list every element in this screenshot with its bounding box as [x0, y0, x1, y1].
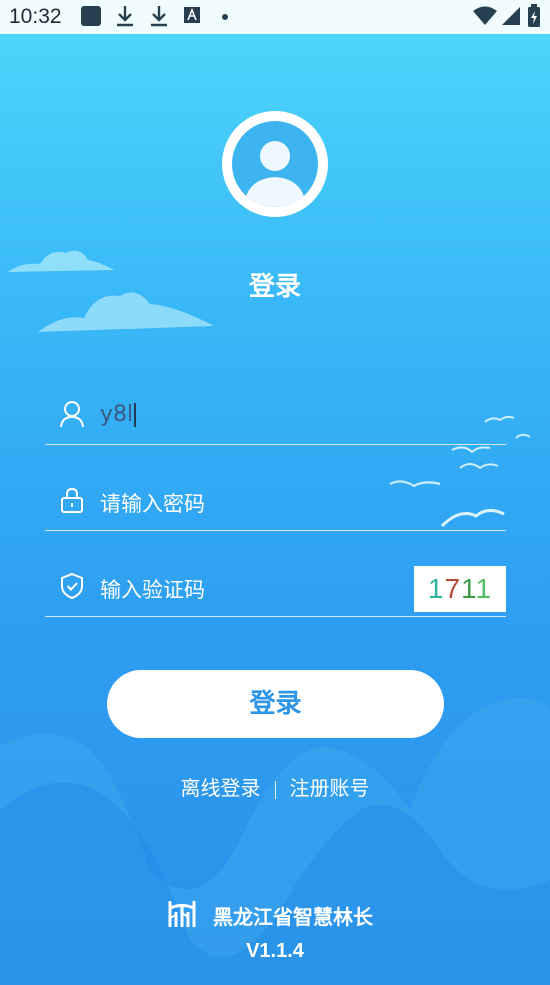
username-value: y8l: [100, 402, 134, 427]
captcha-input[interactable]: 输入验证码: [100, 574, 205, 604]
offline-login-link[interactable]: 离线登录: [181, 776, 261, 800]
captcha-field[interactable]: 输入验证码 1711: [45, 560, 506, 617]
register-link[interactable]: 注册账号: [290, 776, 370, 800]
app-version: V1.1.4: [246, 940, 304, 962]
page-title: 登录: [248, 272, 301, 302]
user-silhouette-icon: [244, 141, 306, 207]
download-icon: [151, 6, 167, 27]
username-input[interactable]: y8l: [100, 402, 137, 427]
download-icon: [117, 6, 133, 27]
status-bar: 10:32: [0, 0, 550, 34]
avatar: [222, 111, 328, 217]
text-cursor: [134, 403, 137, 427]
forest-chief-logo-icon: [168, 901, 196, 927]
shield-check-icon: [61, 572, 83, 600]
lock-icon: [61, 487, 83, 513]
status-time: 10:32: [9, 5, 62, 28]
login-screen: 10:32 登录 y8l 请输入密码 输入验证码 1711 登录 离线登录 注册…: [0, 0, 550, 985]
secondary-links: 离线登录 注册账号: [0, 772, 550, 801]
link-divider: [274, 780, 276, 799]
captcha-code: 1711: [427, 573, 493, 604]
app-square-icon: [81, 6, 101, 26]
text-a-icon: [184, 7, 200, 23]
login-button[interactable]: 登录: [107, 670, 444, 738]
password-input[interactable]: 请输入密码: [100, 488, 205, 518]
wifi-icon: [473, 6, 497, 25]
username-field[interactable]: y8l: [45, 388, 506, 445]
password-field[interactable]: 请输入密码: [45, 474, 506, 531]
user-icon: [60, 401, 84, 428]
signal-icon: [502, 7, 520, 25]
battery-icon: [528, 4, 540, 27]
app-name: 黑龙江省智慧林长: [213, 905, 373, 929]
captcha-image[interactable]: 1711: [414, 566, 506, 612]
avatar-image: [232, 121, 318, 207]
dot-icon: [222, 14, 228, 20]
